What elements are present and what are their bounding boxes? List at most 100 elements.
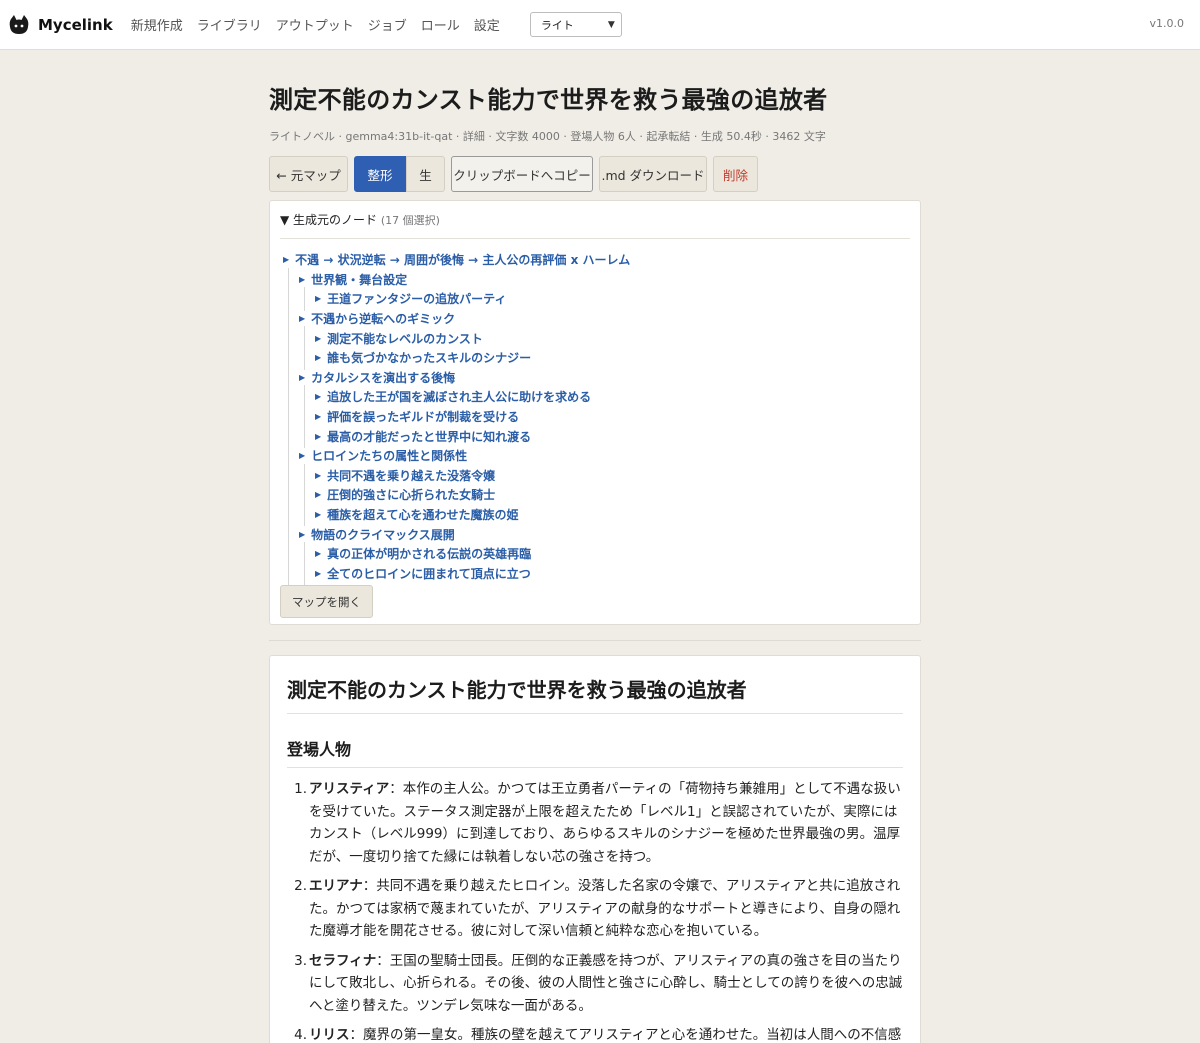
tree-node-label: 共同不遇を乗り越えた没落令嬢: [327, 468, 496, 483]
list-item: 1. アリスティア：本作の主人公。かつては王立勇者パーティの「荷物持ち兼雑用」と…: [287, 778, 903, 868]
tree-node[interactable]: ▶ 種族を超えて心を通わせた魔族の姫: [280, 502, 910, 526]
document-panel: 測定不能のカンスト能力で世界を救う最強の追放者 登場人物 1. アリスティア：本…: [269, 655, 921, 1043]
nav-item-jobs[interactable]: ジョブ: [368, 15, 407, 34]
tree-node[interactable]: ▶ 圧倒的強さに心折られた女騎士: [280, 483, 910, 507]
page-title: 測定不能のカンスト能力で世界を救う最強の追放者: [269, 86, 828, 114]
tree-node-label: 全てのヒロインに囲まれて頂点に立つ: [327, 566, 531, 581]
tree-node-label: 圧倒的強さに心折られた女騎士: [327, 488, 496, 503]
section-heading: 登場人物: [287, 736, 903, 768]
node-tree: ▶ 不遇 → 状況逆転 → 周囲が後悔 → 主人公の再評価 x ハーレム ▶ 世界観…: [280, 250, 910, 585]
source-nodes-panel: ▼ 生成元のノード (17 個選択) ▶ 不遇 → 状況逆転 → 周囲が後悔 → …: [269, 200, 921, 625]
copy-clipboard-button[interactable]: クリップボードへコピー: [451, 156, 593, 192]
bullet-icon: ▶: [315, 412, 322, 422]
bullet-icon: ▶: [299, 451, 306, 461]
list-item-number: 3.: [294, 952, 307, 969]
tree-node[interactable]: ▶ 評価を誤ったギルドが制裁を受ける: [280, 404, 910, 428]
tree-node[interactable]: ▶ 不遇 → 状況逆転 → 周囲が後悔 → 主人公の再評価 x ハーレム: [280, 250, 910, 270]
tree-node-label: 種族を超えて心を通わせた魔族の姫: [327, 508, 519, 523]
toolbar: ← 元マップ 整形 生 クリップボードへコピー .md ダウンロード 削除: [269, 156, 921, 192]
tree-node-label: 誰も気づかなかったスキルのシナジー: [327, 351, 532, 366]
tree-node[interactable]: ▶ 最高の才能だったと世界中に知れ渡る: [280, 424, 910, 448]
list-item-text: アリスティア：本作の主人公。かつては王立勇者パーティの「荷物持ち兼雑用」として不…: [309, 778, 903, 868]
bullet-icon: ▶: [299, 372, 306, 382]
tree-node-label: 不遇から逆転へのギミック: [311, 312, 456, 327]
tree-node[interactable]: ▶ 測定不能なレベルのカンスト: [280, 326, 910, 350]
brand[interactable]: Mycelink: [8, 14, 113, 36]
nav-item-settings[interactable]: 設定: [474, 15, 500, 34]
tree-node[interactable]: ▶ 世界観・舞台設定: [280, 267, 910, 291]
theme-select-value: ライト: [540, 18, 574, 32]
bullet-icon: ▶: [315, 294, 322, 304]
cat-icon: [8, 14, 30, 36]
character-description: ：魔界の第一皇女。種族の壁を越えてアリスティアと心を通わせた。当初は人間への不信…: [349, 1027, 902, 1043]
character-list: 1. アリスティア：本作の主人公。かつては王立勇者パーティの「荷物持ち兼雑用」と…: [287, 778, 903, 1043]
output-meta: ライトノベル · gemma4:31b-it-qat · 詳細 · 文字数 40…: [269, 130, 826, 143]
tree-node[interactable]: ▶ 共同不遇を乗り越えた没落令嬢: [280, 463, 910, 487]
tree-node-label: 測定不能なレベルのカンスト: [327, 331, 483, 346]
tree-node[interactable]: ▶ 物語のクライマックス展開: [280, 522, 910, 546]
bullet-icon: ▶: [315, 490, 322, 500]
download-md-button[interactable]: .md ダウンロード: [599, 156, 707, 192]
source-nodes-heading: ▼ 生成元のノード: [280, 213, 378, 227]
character-name: リリス: [309, 1027, 350, 1043]
character-description: ：共同不遇を乗り越えたヒロイン。没落した名家の令嬢で、アリスティアと共に追放され…: [309, 878, 901, 939]
bullet-icon: ▶: [315, 392, 322, 402]
top-nav: Mycelink 新規作成 ライブラリ アウトプット ジョブ ロール 設定 ライ…: [0, 0, 1200, 50]
source-nodes-toggle[interactable]: ▼ 生成元のノード (17 個選択): [280, 211, 910, 239]
tree-node-label: ヒロインたちの属性と関係性: [311, 449, 468, 464]
character-name: アリスティア: [309, 781, 390, 797]
bullet-icon: ▶: [315, 470, 322, 480]
bullet-icon: ▶: [315, 568, 322, 578]
list-item-number: 1.: [294, 781, 307, 797]
character-description: ：王国の聖騎士団長。圧倒的な正義感を持つが、アリスティアの真の強さを目の当たりに…: [309, 952, 903, 1014]
tree-node-label: 不遇 → 状況逆転 → 周囲が後悔 → 主人公の再評価 x ハーレム: [295, 253, 631, 268]
nav-item-output[interactable]: アウトプット: [276, 15, 354, 34]
bullet-icon: ▶: [315, 431, 322, 441]
list-item: 4. リリス：魔界の第一皇女。種族の壁を越えてアリスティアと心を通わせた。当初は…: [287, 1024, 903, 1043]
bullet-icon: ▶: [283, 255, 290, 265]
tree-node[interactable]: ▶ ヒロインたちの属性と関係性: [280, 443, 910, 468]
tree-node-label: 王道ファンタジーの追放パーティ: [327, 292, 507, 307]
list-item: 2. エリアナ：共同不遇を乗り越えたヒロイン。没落した名家の令嬢で、アリスティア…: [287, 875, 903, 943]
bullet-icon: ▶: [315, 353, 322, 363]
nav-item-library[interactable]: ライブラリ: [197, 15, 262, 34]
tree-node[interactable]: ▶ 真の正体が明かされる伝説の英雄再臨: [280, 541, 910, 566]
tree-node[interactable]: ▶ 王道ファンタジーの追放パーティ: [280, 287, 910, 311]
tree-node-label: 最高の才能だったと世界中に知れ渡る: [327, 429, 532, 444]
tree-node-label: 評価を誤ったギルドが制裁を受ける: [327, 410, 520, 425]
tree-node[interactable]: ▶ 不遇から逆転へのギミック: [280, 306, 910, 330]
chevron-down-icon: ▼: [607, 19, 615, 30]
open-map-button[interactable]: マップを開く: [280, 585, 373, 618]
theme-select[interactable]: ライト ▼: [529, 12, 622, 37]
raw-view-button[interactable]: 生: [406, 156, 445, 192]
bullet-icon: ▶: [299, 529, 306, 539]
version-label: v1.0.0: [1149, 17, 1185, 30]
tree-node-label: 追放した王が国を滅ぼされ主人公に助けを求める: [327, 390, 592, 405]
tree-node[interactable]: ▶ 追放した王が国を滅ぼされ主人公に助けを求める: [280, 385, 910, 409]
character-description: ：本作の主人公。かつては王立勇者パーティの「荷物持ち兼雑用」として不遇な扱いを受…: [309, 781, 901, 865]
list-item-number: 2.: [294, 878, 307, 894]
source-nodes-count: (17 個選択): [380, 214, 440, 227]
tree-node-label: 真の正体が明かされる伝説の英雄再臨: [327, 547, 532, 562]
bullet-icon: ▶: [299, 274, 306, 284]
delete-button[interactable]: 削除: [713, 156, 758, 192]
divider: [269, 640, 921, 641]
list-item-text: エリアナ：共同不遇を乗り越えたヒロイン。没落した名家の令嬢で、アリスティアと共に…: [309, 875, 903, 943]
document-title: 測定不能のカンスト能力で世界を救う最強の追放者: [287, 674, 903, 714]
character-name: セラフィナ: [309, 952, 377, 969]
tree-node[interactable]: ▶ 全てのヒロインに囲まれて頂点に立つ: [280, 561, 910, 585]
list-item-text: リリス：魔界の第一皇女。種族の壁を越えてアリスティアと心を通わせた。当初は人間へ…: [309, 1024, 903, 1043]
tree-node[interactable]: ▶ カタルシスを演出する後悔: [280, 365, 910, 389]
formatted-view-button[interactable]: 整形: [354, 156, 406, 192]
tree-node-label: 世界観・舞台設定: [311, 272, 408, 287]
bullet-icon: ▶: [299, 314, 306, 324]
nav-item-roles[interactable]: ロール: [421, 15, 460, 34]
back-to-map-button[interactable]: ← 元マップ: [269, 156, 348, 192]
bullet-icon: ▶: [315, 510, 322, 520]
nav-item-new[interactable]: 新規作成: [131, 15, 183, 34]
list-item-text: セラフィナ：王国の聖騎士団長。圧倒的な正義感を持つが、アリスティアの真の強さを目…: [309, 950, 903, 1018]
tree-node[interactable]: ▶ 誰も気づかなかったスキルのシナジー: [280, 346, 910, 370]
brand-name: Mycelink: [38, 15, 113, 34]
list-item: 3. セラフィナ：王国の聖騎士団長。圧倒的な正義感を持つが、アリスティアの真の強…: [287, 950, 903, 1018]
main-content: 測定不能のカンスト能力で世界を救う最強の追放者 ライトノベル · gemma4:…: [269, 80, 921, 1043]
